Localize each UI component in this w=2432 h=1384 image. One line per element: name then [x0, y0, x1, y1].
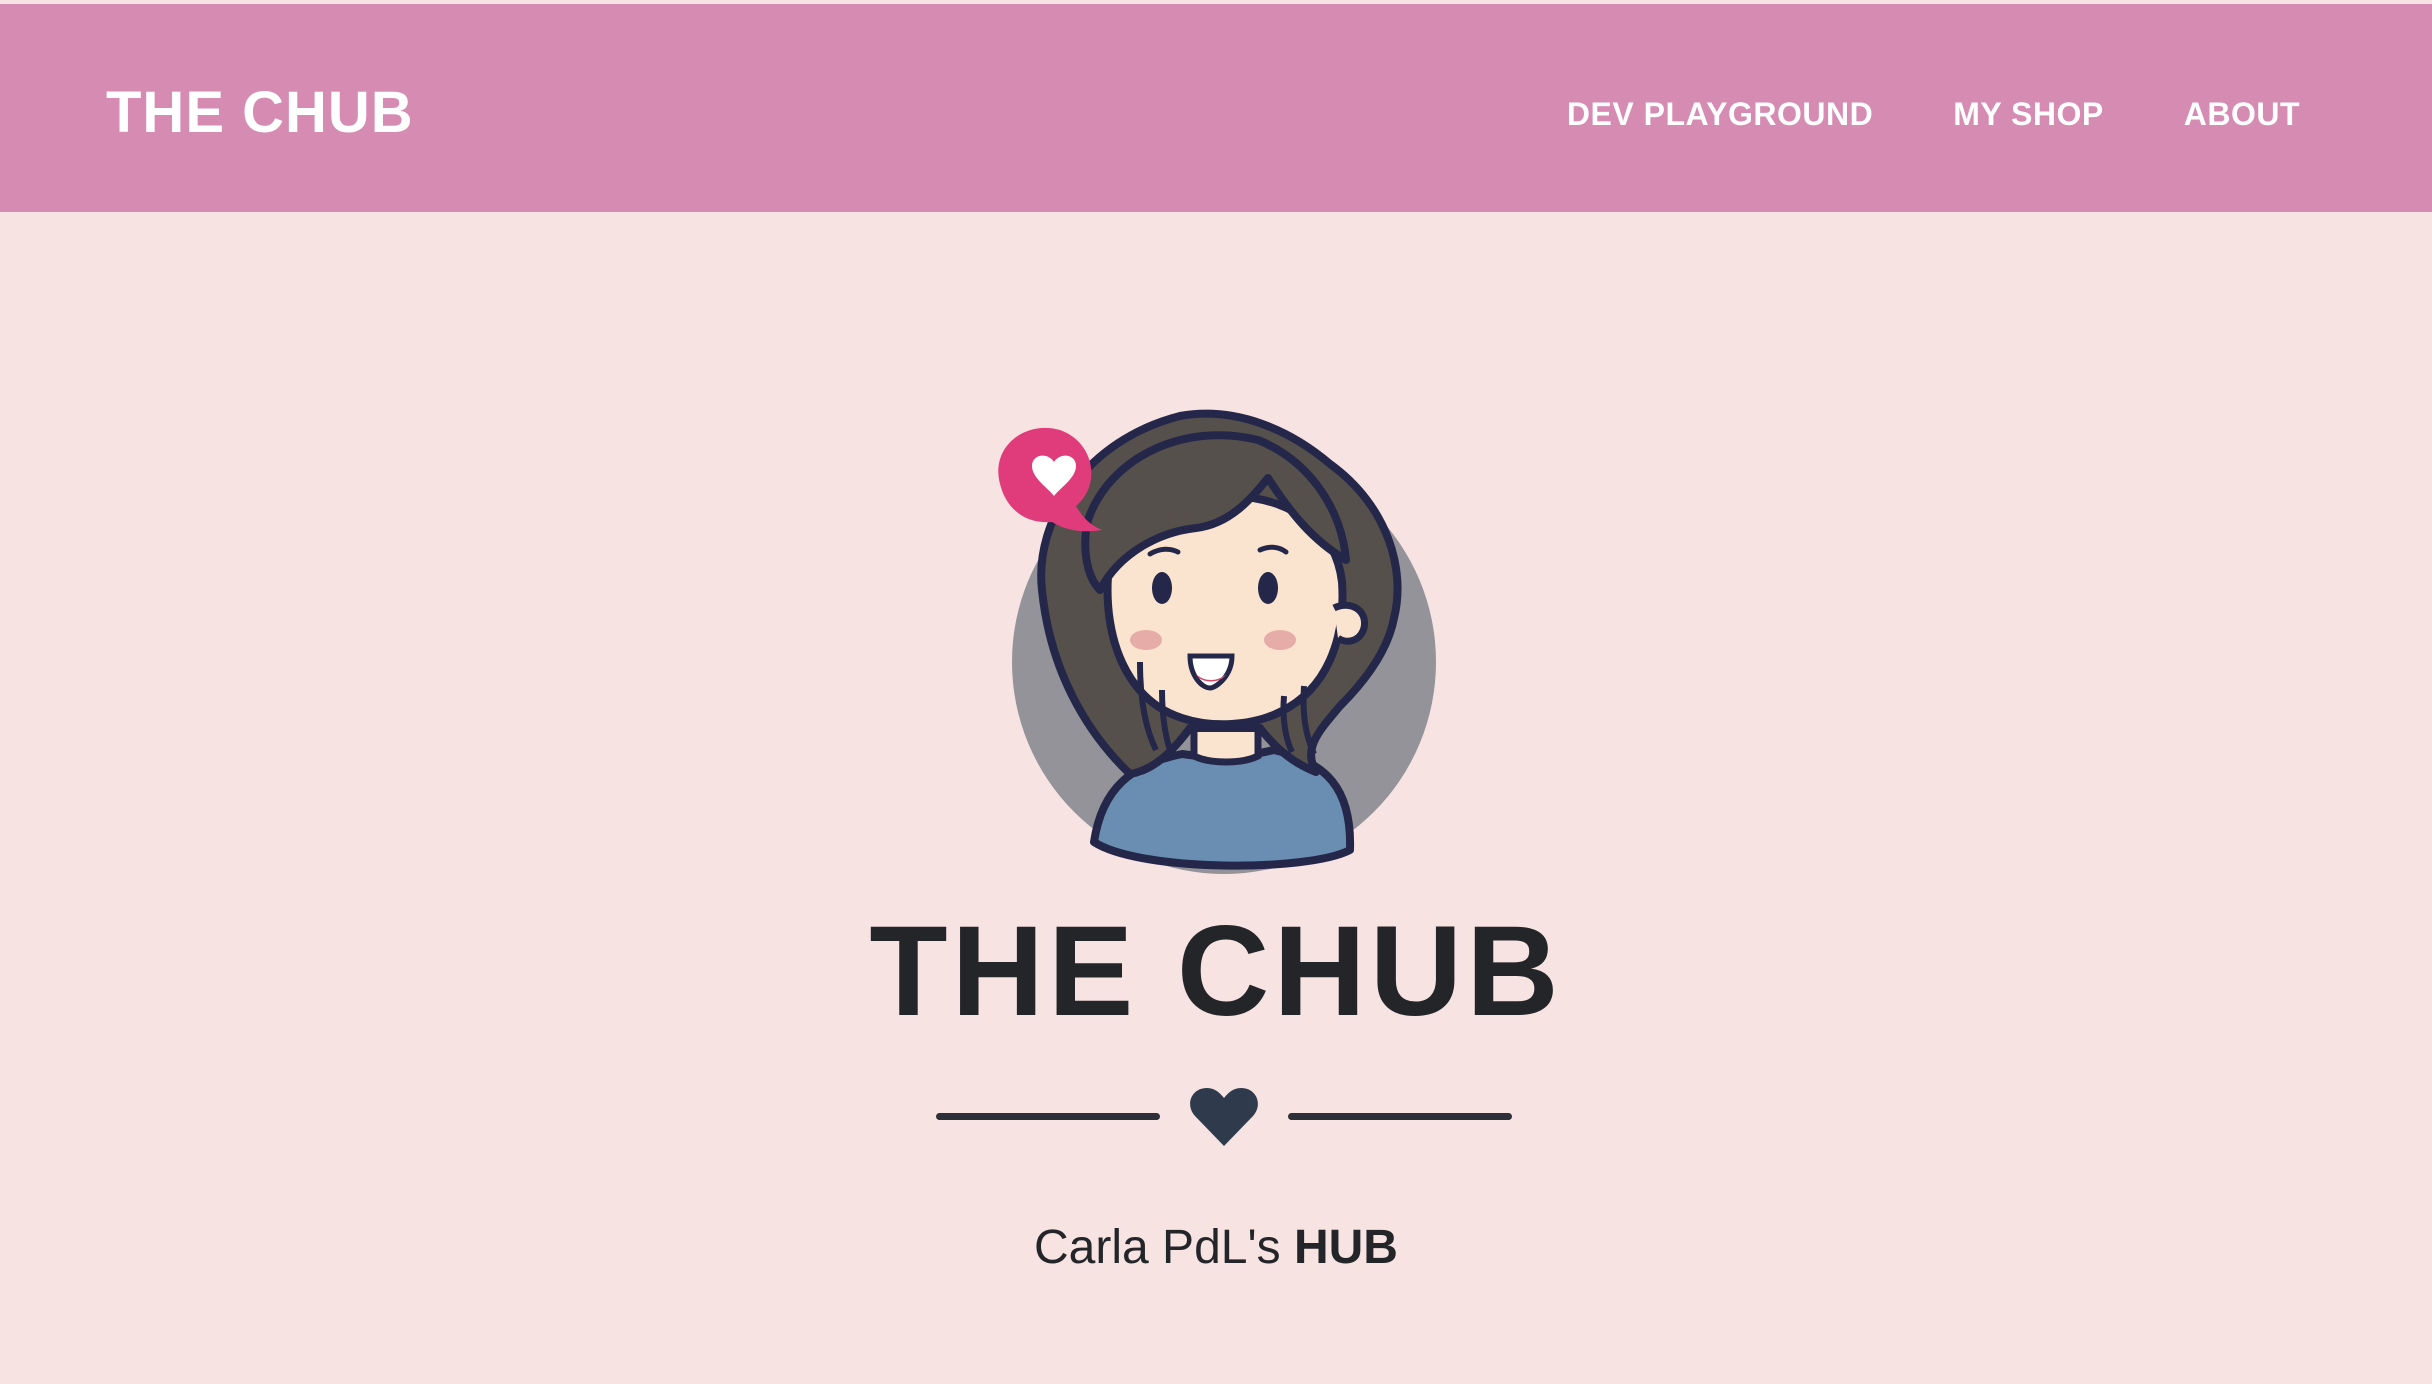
hero-subtitle: Carla PdL's HUB	[0, 1218, 2432, 1278]
subtitle-prefix: Carla PdL's	[1034, 1221, 1281, 1274]
navbar: THE CHUB DEV PLAYGROUND MY SHOP ABOUT	[0, 4, 2432, 212]
heart-icon	[1190, 1088, 1258, 1146]
heart-divider	[936, 1082, 1512, 1150]
subtitle-emphasis: HUB	[1293, 1221, 1398, 1274]
nav-link-my-shop[interactable]: MY SHOP	[1953, 92, 2104, 136]
brand-logo-link[interactable]: THE CHUB	[106, 78, 414, 148]
divider-line-right	[1288, 1113, 1512, 1120]
divider-line-left	[936, 1113, 1160, 1120]
nav-links: DEV PLAYGROUND MY SHOP ABOUT	[1567, 92, 2300, 136]
avatar-illustration	[998, 409, 1436, 874]
nav-link-about[interactable]: ABOUT	[2184, 92, 2300, 136]
page: THE CHUB DEV PLAYGROUND MY SHOP ABOUT TH…	[0, 0, 2432, 1384]
hero-title: THE CHUB	[869, 900, 1563, 1043]
nav-link-dev-playground[interactable]: DEV PLAYGROUND	[1567, 92, 1873, 136]
